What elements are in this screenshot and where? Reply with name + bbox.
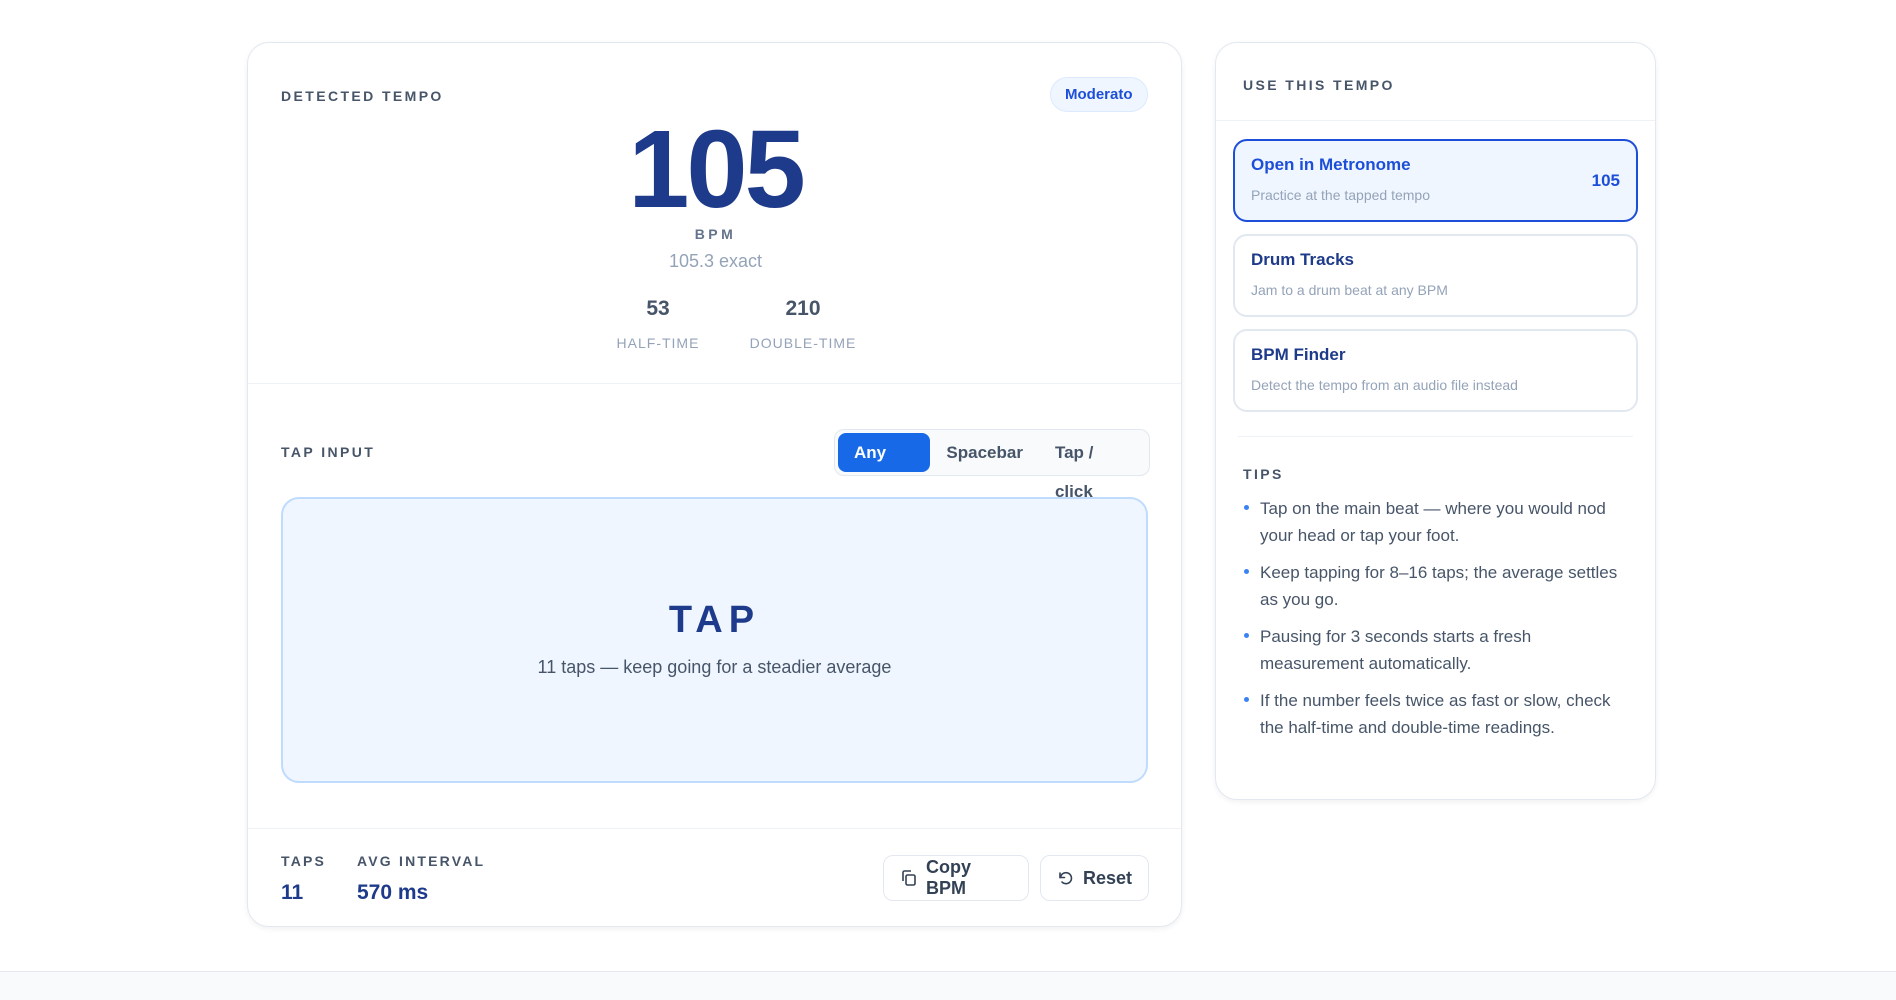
avg-interval-stat: AVG INTERVAL 570 ms — [357, 853, 485, 905]
tip-item: Pausing for 3 seconds starts a fresh mea… — [1243, 623, 1633, 677]
avg-interval-value: 570 ms — [357, 881, 429, 904]
drum-tracks-link[interactable]: Drum Tracks Jam to a drum beat at any BP… — [1233, 234, 1638, 317]
link-title: Open in Metronome — [1251, 155, 1411, 174]
section-divider — [1238, 436, 1633, 437]
tap-pad-hint: 11 taps — keep going for a steadier aver… — [537, 657, 892, 677]
link-subtitle: Jam to a drum beat at any BPM — [1251, 282, 1448, 298]
tap-input-label: TAP INPUT — [281, 444, 376, 460]
mode-any-key[interactable]: Any key — [838, 433, 931, 501]
open-metronome-link[interactable]: Open in Metronome Practice at the tapped… — [1233, 139, 1638, 222]
copy-bpm-label: Copy BPM — [926, 857, 971, 898]
tempo-marking-badge: Moderato — [1050, 77, 1148, 112]
tip-item: If the number feels twice as fast or slo… — [1243, 687, 1633, 741]
mode-tap-click[interactable]: Tap / click — [1039, 433, 1146, 501]
tap-pad[interactable]: TAP 11 taps — keep going for a steadier … — [281, 497, 1148, 783]
tap-pad-word: TAP — [668, 599, 761, 641]
reset-icon — [1059, 871, 1073, 885]
metronome-bpm-badge: 105 — [1591, 171, 1620, 190]
page-footer-band — [0, 971, 1896, 1000]
link-subtitle: Detect the tempo from an audio file inst… — [1251, 377, 1518, 393]
tips-label: TIPS — [1243, 466, 1284, 482]
half-time-label: HALF-TIME — [616, 335, 700, 351]
tip-item: Keep tapping for 8–16 taps; the average … — [1243, 559, 1633, 613]
bpm-finder-link[interactable]: BPM Finder Detect the tempo from an audi… — [1233, 329, 1638, 412]
link-title: Drum Tracks — [1251, 250, 1354, 269]
section-divider — [248, 828, 1181, 829]
taps-stat: TAPS 11 — [281, 853, 326, 905]
half-time-stat: 53 HALF-TIME — [598, 297, 718, 351]
link-subtitle: Practice at the tapped tempo — [1251, 187, 1430, 203]
half-time-value: 53 — [646, 297, 670, 320]
use-tempo-card: USE THIS TEMPO Open in Metronome Practic… — [1215, 42, 1656, 800]
taps-label: TAPS — [281, 853, 327, 869]
tap-tempo-card: DETECTED TEMPO Moderato 105 BPM 105.3 ex… — [247, 42, 1182, 927]
copy-icon — [902, 870, 916, 886]
bpm-value: 105 — [628, 108, 806, 231]
mode-spacebar[interactable]: Spacebar — [930, 433, 1039, 472]
reset-label: Reset — [1083, 867, 1133, 888]
section-divider — [248, 383, 1181, 384]
bpm-unit: BPM — [694, 226, 737, 242]
double-time-value: 210 — [785, 297, 821, 320]
avg-interval-label: AVG INTERVAL — [357, 853, 486, 869]
double-time-label: DOUBLE-TIME — [749, 335, 857, 351]
copy-bpm-button[interactable]: Copy BPM — [883, 855, 1029, 901]
double-time-stat: 210 DOUBLE-TIME — [708, 297, 898, 351]
detected-tempo-label: DETECTED TEMPO — [281, 88, 444, 104]
taps-value: 11 — [281, 881, 304, 904]
tips-list: Tap on the main beat — where you would n… — [1243, 495, 1633, 751]
input-mode-switcher: Any key Spacebar Tap / click — [834, 429, 1150, 501]
link-title: BPM Finder — [1251, 345, 1346, 364]
section-divider — [1216, 120, 1655, 121]
use-tempo-label: USE THIS TEMPO — [1243, 77, 1395, 93]
tip-item: Tap on the main beat — where you would n… — [1243, 495, 1633, 549]
reset-button[interactable]: Reset — [1040, 855, 1149, 901]
bpm-exact: 105.3 exact — [668, 251, 763, 271]
